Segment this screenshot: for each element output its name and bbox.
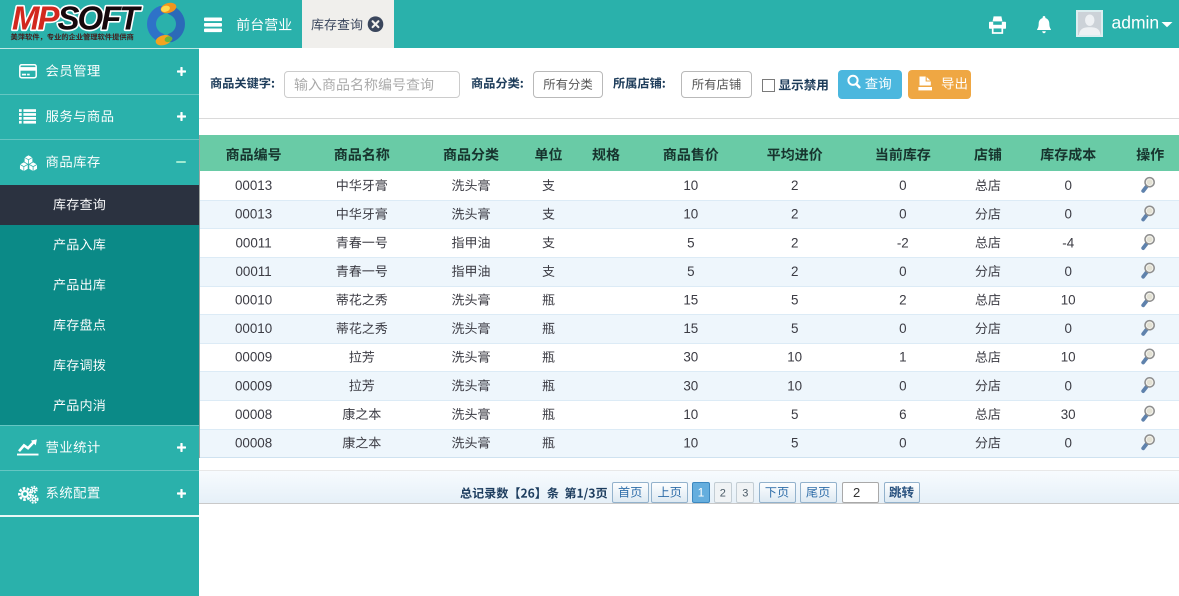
svg-text:0: 0 bbox=[899, 436, 906, 451]
svg-text:5: 5 bbox=[791, 436, 798, 451]
svg-text:5: 5 bbox=[687, 264, 694, 279]
svg-text:2: 2 bbox=[899, 293, 906, 308]
svg-text:2: 2 bbox=[791, 235, 798, 250]
svg-text:0: 0 bbox=[899, 264, 906, 279]
svg-text:30: 30 bbox=[1061, 407, 1076, 422]
svg-text:-2: -2 bbox=[897, 235, 909, 250]
svg-text:10: 10 bbox=[683, 178, 698, 193]
svg-text:0: 0 bbox=[1064, 264, 1071, 279]
svg-text:1: 1 bbox=[899, 350, 906, 365]
svg-text:00009: 00009 bbox=[235, 350, 272, 365]
svg-text:00010: 00010 bbox=[235, 293, 272, 308]
svg-text:10: 10 bbox=[683, 407, 698, 422]
svg-text:15: 15 bbox=[683, 293, 698, 308]
svg-text:-4: -4 bbox=[1062, 235, 1074, 250]
svg-text:00008: 00008 bbox=[235, 407, 272, 422]
svg-text:0: 0 bbox=[899, 378, 906, 393]
svg-text:0: 0 bbox=[899, 178, 906, 193]
svg-text:00013: 00013 bbox=[235, 178, 272, 193]
svg-text:10: 10 bbox=[1061, 293, 1076, 308]
svg-text:30: 30 bbox=[683, 350, 698, 365]
svg-text:2: 2 bbox=[791, 178, 798, 193]
svg-text:0: 0 bbox=[1064, 207, 1071, 222]
svg-text:2: 2 bbox=[791, 264, 798, 279]
svg-text:0: 0 bbox=[1064, 178, 1071, 193]
svg-text:10: 10 bbox=[787, 378, 802, 393]
svg-text:5: 5 bbox=[791, 407, 798, 422]
svg-text:3: 3 bbox=[742, 487, 748, 499]
svg-text:10: 10 bbox=[1061, 350, 1076, 365]
svg-text:0: 0 bbox=[899, 207, 906, 222]
svg-text:2: 2 bbox=[791, 207, 798, 222]
svg-text:00011: 00011 bbox=[235, 264, 271, 279]
svg-text:10: 10 bbox=[787, 350, 802, 365]
svg-text:5: 5 bbox=[791, 293, 798, 308]
svg-text:admin: admin bbox=[1112, 13, 1160, 33]
svg-text:0: 0 bbox=[1064, 436, 1071, 451]
svg-text:6: 6 bbox=[899, 407, 906, 422]
svg-text:00010: 00010 bbox=[235, 321, 272, 336]
svg-text:15: 15 bbox=[683, 321, 698, 336]
svg-text:2: 2 bbox=[720, 487, 726, 499]
svg-text:10: 10 bbox=[683, 436, 698, 451]
svg-text:0: 0 bbox=[1064, 378, 1071, 393]
svg-text:00008: 00008 bbox=[235, 436, 272, 451]
svg-text:10: 10 bbox=[683, 207, 698, 222]
svg-text:00009: 00009 bbox=[235, 378, 272, 393]
svg-text:5: 5 bbox=[687, 235, 694, 250]
svg-text:30: 30 bbox=[683, 378, 698, 393]
svg-text:5: 5 bbox=[791, 321, 798, 336]
svg-text:0: 0 bbox=[899, 321, 906, 336]
svg-text:00011: 00011 bbox=[235, 235, 271, 250]
svg-text:2: 2 bbox=[853, 485, 860, 500]
svg-text:00013: 00013 bbox=[235, 207, 272, 222]
svg-text:1: 1 bbox=[698, 486, 705, 500]
svg-text:0: 0 bbox=[1064, 321, 1071, 336]
